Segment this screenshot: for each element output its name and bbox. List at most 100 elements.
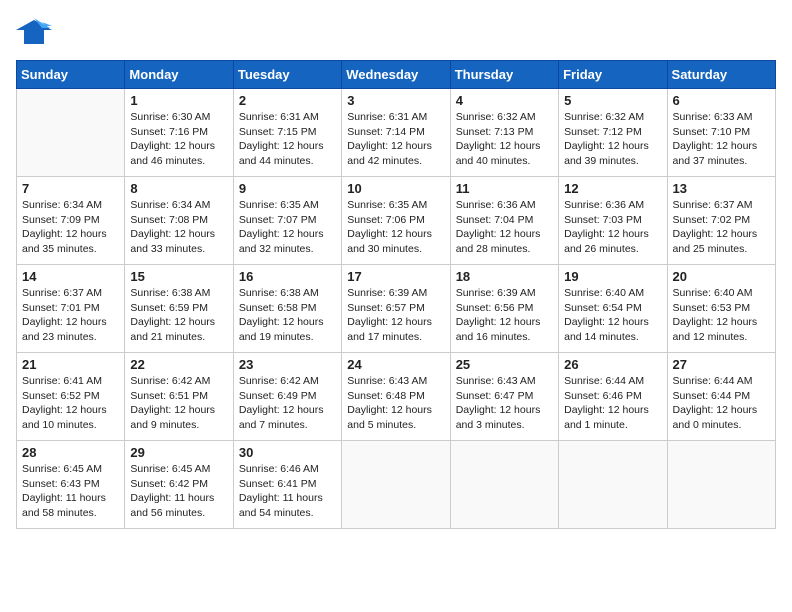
day-info: Sunrise: 6:34 AM Sunset: 7:09 PM Dayligh… (22, 198, 119, 257)
day-info: Sunrise: 6:44 AM Sunset: 6:46 PM Dayligh… (564, 374, 661, 433)
day-info: Sunrise: 6:46 AM Sunset: 6:41 PM Dayligh… (239, 462, 336, 521)
calendar-header-row: SundayMondayTuesdayWednesdayThursdayFrid… (17, 61, 776, 89)
day-cell: 21 Sunrise: 6:41 AM Sunset: 6:52 PM Dayli… (17, 353, 125, 441)
day-cell: 12 Sunrise: 6:36 AM Sunset: 7:03 PM Dayli… (559, 177, 667, 265)
day-cell: 3 Sunrise: 6:31 AM Sunset: 7:14 PM Daylig… (342, 89, 450, 177)
day-number: 24 (347, 357, 444, 372)
logo-icon (16, 16, 52, 48)
day-info: Sunrise: 6:32 AM Sunset: 7:13 PM Dayligh… (456, 110, 553, 169)
day-cell: 4 Sunrise: 6:32 AM Sunset: 7:13 PM Daylig… (450, 89, 558, 177)
day-info: Sunrise: 6:31 AM Sunset: 7:15 PM Dayligh… (239, 110, 336, 169)
day-number: 12 (564, 181, 661, 196)
day-info: Sunrise: 6:41 AM Sunset: 6:52 PM Dayligh… (22, 374, 119, 433)
day-number: 2 (239, 93, 336, 108)
day-number: 19 (564, 269, 661, 284)
day-number: 27 (673, 357, 770, 372)
day-number: 29 (130, 445, 227, 460)
col-header-friday: Friday (559, 61, 667, 89)
col-header-sunday: Sunday (17, 61, 125, 89)
day-number: 13 (673, 181, 770, 196)
day-number: 1 (130, 93, 227, 108)
day-number: 30 (239, 445, 336, 460)
day-info: Sunrise: 6:36 AM Sunset: 7:03 PM Dayligh… (564, 198, 661, 257)
day-cell: 26Sunrise: 6:44 AM Sunset: 6:46 PM Dayli… (559, 353, 667, 441)
day-cell: 29 Sunrise: 6:45 AM Sunset: 6:42 PM Dayli… (125, 441, 233, 529)
day-cell: 28 Sunrise: 6:45 AM Sunset: 6:43 PM Dayli… (17, 441, 125, 529)
day-number: 15 (130, 269, 227, 284)
day-cell: 15 Sunrise: 6:38 AM Sunset: 6:59 PM Dayli… (125, 265, 233, 353)
day-cell: 25Sunrise: 6:43 AM Sunset: 6:47 PM Dayli… (450, 353, 558, 441)
day-number: 23 (239, 357, 336, 372)
day-number: 6 (673, 93, 770, 108)
day-cell (342, 441, 450, 529)
day-cell: 16 Sunrise: 6:38 AM Sunset: 6:58 PM Dayli… (233, 265, 341, 353)
day-cell: 20 Sunrise: 6:40 AM Sunset: 6:53 PM Dayli… (667, 265, 775, 353)
week-row-2: 7 Sunrise: 6:34 AM Sunset: 7:09 PM Daylig… (17, 177, 776, 265)
col-header-tuesday: Tuesday (233, 61, 341, 89)
week-row-3: 14Sunrise: 6:37 AM Sunset: 7:01 PM Dayli… (17, 265, 776, 353)
day-info: Sunrise: 6:42 AM Sunset: 6:51 PM Dayligh… (130, 374, 227, 433)
day-info: Sunrise: 6:43 AM Sunset: 6:48 PM Dayligh… (347, 374, 444, 433)
day-info: Sunrise: 6:45 AM Sunset: 6:43 PM Dayligh… (22, 462, 119, 521)
day-number: 8 (130, 181, 227, 196)
day-number: 28 (22, 445, 119, 460)
day-cell: 27Sunrise: 6:44 AM Sunset: 6:44 PM Dayli… (667, 353, 775, 441)
day-cell: 22 Sunrise: 6:42 AM Sunset: 6:51 PM Dayli… (125, 353, 233, 441)
day-info: Sunrise: 6:39 AM Sunset: 6:56 PM Dayligh… (456, 286, 553, 345)
day-number: 14 (22, 269, 119, 284)
day-cell: 17 Sunrise: 6:39 AM Sunset: 6:57 PM Dayli… (342, 265, 450, 353)
day-number: 16 (239, 269, 336, 284)
day-info: Sunrise: 6:45 AM Sunset: 6:42 PM Dayligh… (130, 462, 227, 521)
day-cell: 6 Sunrise: 6:33 AM Sunset: 7:10 PM Daylig… (667, 89, 775, 177)
page-header (16, 16, 776, 48)
day-info: Sunrise: 6:35 AM Sunset: 7:06 PM Dayligh… (347, 198, 444, 257)
day-info: Sunrise: 6:35 AM Sunset: 7:07 PM Dayligh… (239, 198, 336, 257)
day-number: 21 (22, 357, 119, 372)
day-info: Sunrise: 6:31 AM Sunset: 7:14 PM Dayligh… (347, 110, 444, 169)
week-row-4: 21 Sunrise: 6:41 AM Sunset: 6:52 PM Dayli… (17, 353, 776, 441)
day-info: Sunrise: 6:38 AM Sunset: 6:59 PM Dayligh… (130, 286, 227, 345)
day-number: 7 (22, 181, 119, 196)
calendar-table: SundayMondayTuesdayWednesdayThursdayFrid… (16, 60, 776, 529)
week-row-1: 1 Sunrise: 6:30 AM Sunset: 7:16 PM Daylig… (17, 89, 776, 177)
day-number: 4 (456, 93, 553, 108)
day-number: 17 (347, 269, 444, 284)
day-cell (17, 89, 125, 177)
col-header-saturday: Saturday (667, 61, 775, 89)
col-header-monday: Monday (125, 61, 233, 89)
day-info: Sunrise: 6:34 AM Sunset: 7:08 PM Dayligh… (130, 198, 227, 257)
day-cell: 23 Sunrise: 6:42 AM Sunset: 6:49 PM Dayli… (233, 353, 341, 441)
day-cell: 18Sunrise: 6:39 AM Sunset: 6:56 PM Dayli… (450, 265, 558, 353)
day-info: Sunrise: 6:40 AM Sunset: 6:54 PM Dayligh… (564, 286, 661, 345)
day-cell (450, 441, 558, 529)
day-cell: 9 Sunrise: 6:35 AM Sunset: 7:07 PM Daylig… (233, 177, 341, 265)
day-info: Sunrise: 6:40 AM Sunset: 6:53 PM Dayligh… (673, 286, 770, 345)
col-header-wednesday: Wednesday (342, 61, 450, 89)
day-cell (559, 441, 667, 529)
day-cell: 8 Sunrise: 6:34 AM Sunset: 7:08 PM Daylig… (125, 177, 233, 265)
day-number: 10 (347, 181, 444, 196)
day-cell: 19 Sunrise: 6:40 AM Sunset: 6:54 PM Dayli… (559, 265, 667, 353)
col-header-thursday: Thursday (450, 61, 558, 89)
day-number: 3 (347, 93, 444, 108)
day-info: Sunrise: 6:39 AM Sunset: 6:57 PM Dayligh… (347, 286, 444, 345)
day-cell: 30 Sunrise: 6:46 AM Sunset: 6:41 PM Dayli… (233, 441, 341, 529)
day-number: 20 (673, 269, 770, 284)
day-cell: 5Sunrise: 6:32 AM Sunset: 7:12 PM Daylig… (559, 89, 667, 177)
day-info: Sunrise: 6:43 AM Sunset: 6:47 PM Dayligh… (456, 374, 553, 433)
day-cell: 13Sunrise: 6:37 AM Sunset: 7:02 PM Dayli… (667, 177, 775, 265)
day-number: 22 (130, 357, 227, 372)
day-cell: 7 Sunrise: 6:34 AM Sunset: 7:09 PM Daylig… (17, 177, 125, 265)
day-info: Sunrise: 6:33 AM Sunset: 7:10 PM Dayligh… (673, 110, 770, 169)
day-number: 9 (239, 181, 336, 196)
day-cell: 14Sunrise: 6:37 AM Sunset: 7:01 PM Dayli… (17, 265, 125, 353)
day-cell (667, 441, 775, 529)
day-info: Sunrise: 6:32 AM Sunset: 7:12 PM Dayligh… (564, 110, 661, 169)
day-cell: 24 Sunrise: 6:43 AM Sunset: 6:48 PM Dayli… (342, 353, 450, 441)
day-info: Sunrise: 6:38 AM Sunset: 6:58 PM Dayligh… (239, 286, 336, 345)
day-info: Sunrise: 6:30 AM Sunset: 7:16 PM Dayligh… (130, 110, 227, 169)
day-info: Sunrise: 6:42 AM Sunset: 6:49 PM Dayligh… (239, 374, 336, 433)
day-cell: 11Sunrise: 6:36 AM Sunset: 7:04 PM Dayli… (450, 177, 558, 265)
week-row-5: 28 Sunrise: 6:45 AM Sunset: 6:43 PM Dayli… (17, 441, 776, 529)
day-info: Sunrise: 6:36 AM Sunset: 7:04 PM Dayligh… (456, 198, 553, 257)
